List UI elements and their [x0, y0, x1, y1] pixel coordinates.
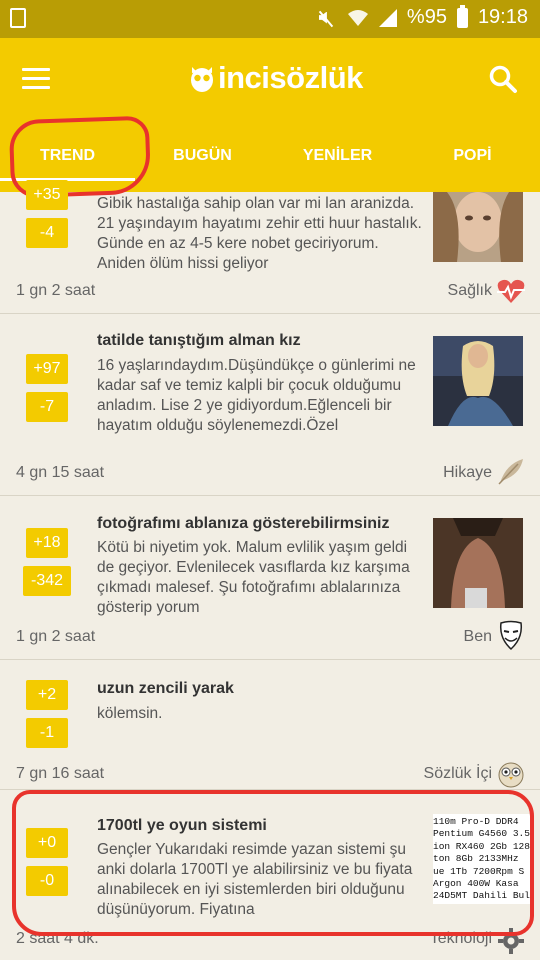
- post-excerpt: kölemsin.: [97, 705, 163, 722]
- feather-icon: [498, 459, 523, 485]
- mask-icon: [499, 620, 523, 650]
- owl-icon: [498, 762, 524, 788]
- post-title[interactable]: 1700tl ye oyun sistemi: [97, 817, 267, 835]
- battery-percent: %95: [406, 6, 447, 28]
- upvote-button[interactable]: +97: [26, 354, 68, 384]
- mute-icon: [317, 9, 337, 27]
- post-card[interactable]: +0 -0 1700tl ye oyun sistemi Gençler Yuk…: [0, 790, 540, 960]
- status-bar: %95 19:18: [0, 0, 540, 38]
- post-time: 4 gn 15 saat: [16, 464, 105, 481]
- downvote-button[interactable]: -7: [26, 392, 68, 422]
- app-logo: incisözlük: [190, 58, 363, 98]
- post-excerpt: Kötü bi niyetim yok. Malum evlilik yaşım…: [97, 539, 410, 616]
- tab-bar: TREND BUGÜN YENİLER POPİ: [0, 135, 540, 181]
- app-header: incisözlük TREND BUGÜN YENİLER POPİ: [0, 38, 540, 192]
- post-time: 1 gn 2 saat: [16, 282, 96, 299]
- vote-group: +18 -342: [23, 528, 71, 604]
- clock: 19:18: [477, 6, 528, 28]
- post-excerpt: Gibik hastalığa sahip olan var mi lan ar…: [97, 195, 422, 272]
- menu-icon[interactable]: [22, 68, 50, 90]
- downvote-button[interactable]: -1: [26, 718, 68, 748]
- post-category[interactable]: Hikaye: [443, 464, 492, 482]
- tab-popi[interactable]: POPİ: [405, 135, 540, 181]
- spec-line: ion RX460 2Gb 128: [433, 840, 530, 852]
- spec-line: 110m Pro-D DDR4: [433, 816, 519, 827]
- post-category[interactable]: Sağlık: [448, 282, 492, 300]
- vote-group: +97 -7: [26, 354, 68, 430]
- post-card[interactable]: +2 -1 uzun zencili yarak kölemsin. 7 gn …: [0, 660, 540, 790]
- vote-group: +2 -1: [26, 680, 68, 756]
- post-title[interactable]: fotoğrafımı ablanıza gösterebilirmsiniz: [97, 515, 390, 533]
- post-category[interactable]: Sözlük İçi: [424, 765, 492, 783]
- post-time: 1 gn 2 saat: [16, 628, 96, 645]
- post-thumbnail[interactable]: [433, 336, 523, 426]
- downvote-button[interactable]: -0: [26, 866, 68, 896]
- recycle-notification-icon: [10, 8, 26, 28]
- owl-logo-icon: [191, 67, 213, 92]
- downvote-button[interactable]: -342: [23, 566, 71, 596]
- post-category[interactable]: Ben: [464, 628, 492, 646]
- post-excerpt: Gençler Yukarıdaki resimde yazan sistemi…: [97, 841, 413, 918]
- post-time: 2 saat 4 dk.: [16, 930, 99, 947]
- battery-icon: [456, 4, 468, 28]
- post-thumbnail[interactable]: [433, 192, 523, 262]
- spec-line: 24D5MT Dahili Bulk: [433, 890, 531, 902]
- signal-icon: [378, 8, 397, 27]
- vote-group: +0 -0: [26, 828, 68, 904]
- post-thumbnail[interactable]: [433, 518, 523, 608]
- post-time: 7 gn 16 saat: [16, 765, 105, 782]
- wifi-icon: [347, 9, 368, 26]
- spec-line: Pentium G4560 3.50: [433, 828, 531, 840]
- post-thumbnail-specs[interactable]: 110m Pro-D DDR4 Pentium G4560 3.50 ion R…: [433, 814, 531, 904]
- upvote-button[interactable]: +0: [26, 828, 68, 858]
- tab-yeniler[interactable]: YENİLER: [270, 135, 405, 181]
- post-card[interactable]: +35 -4 Gibik hastalığa sahip olan var mi…: [0, 180, 540, 314]
- post-title[interactable]: uzun zencili yarak: [97, 680, 234, 698]
- status-bar-right: %95 19:18: [317, 4, 528, 29]
- downvote-button[interactable]: -4: [26, 218, 68, 248]
- upvote-button[interactable]: +2: [26, 680, 68, 710]
- tab-trend[interactable]: TREND: [0, 135, 135, 181]
- spec-line: Argon 400W Kasa: [433, 878, 519, 890]
- post-card[interactable]: +97 -7 tatilde tanıştığım alman kız 16 y…: [0, 314, 540, 496]
- search-icon[interactable]: [488, 64, 518, 94]
- upvote-button[interactable]: +35: [26, 180, 68, 210]
- post-excerpt: 16 yaşlarındaydım.Düşündükçe o günlerimi…: [97, 357, 416, 434]
- vote-group: +35 -4: [26, 180, 68, 256]
- spec-line: ue 1Tb 7200Rpm S: [433, 865, 525, 877]
- spec-line: ton 8Gb 2133MHz: [433, 853, 519, 865]
- post-card[interactable]: +18 -342 fotoğrafımı ablanıza gösterebil…: [0, 496, 540, 660]
- gear-icon: [498, 928, 524, 954]
- heart-pulse-icon: [497, 279, 525, 303]
- upvote-button[interactable]: +18: [26, 528, 68, 558]
- tab-bugun[interactable]: BUGÜN: [135, 135, 270, 181]
- post-title[interactable]: tatilde tanıştığım alman kız: [97, 332, 301, 350]
- app-name: incisözlük: [218, 60, 363, 95]
- post-category[interactable]: Teknoloji: [430, 930, 492, 948]
